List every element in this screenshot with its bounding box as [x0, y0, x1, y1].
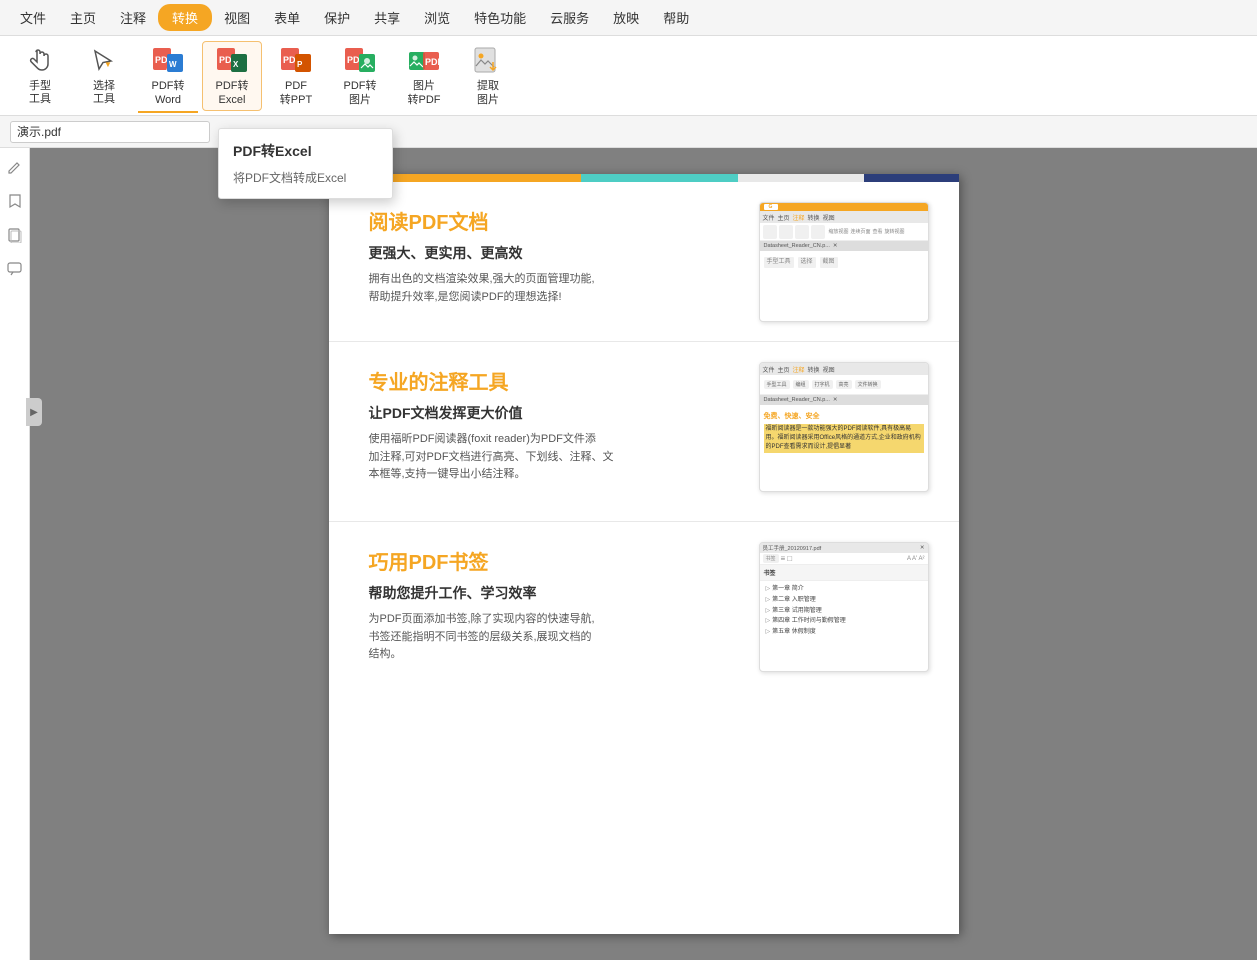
extract-image-label: 提取图片 [477, 80, 499, 106]
image-to-pdf-button[interactable]: PDF 图片转PDF [394, 41, 454, 111]
svg-text:PDF: PDF [425, 57, 441, 67]
svg-text:▼: ▼ [104, 60, 112, 69]
document-area: 阅读PDF文档 更强大、更实用、更高效 拥有出色的文档渲染效果,强大的页面管理功… [30, 148, 1257, 960]
pdf-section-bookmark: 巧用PDF书签 帮助您提升工作、学习效率 为PDF页面添加书签,除了实现内容的快… [329, 522, 959, 702]
pdf-color-bar [329, 174, 959, 182]
menu-view[interactable]: 视图 [212, 4, 262, 31]
left-sidebar [0, 148, 30, 960]
pdf-to-excel-dropdown: PDF转Excel 将PDF文档转成Excel [218, 128, 393, 199]
bookmark-preview: 员工手册_20120917.pdf ✕ 书签 ≡ □ A A' A² 书签 ▷第… [759, 542, 929, 672]
pdf-section-read: 阅读PDF文档 更强大、更实用、更高效 拥有出色的文档渲染效果,强大的页面管理功… [329, 182, 959, 342]
pages-sidebar-icon[interactable] [4, 224, 26, 246]
pdf-to-excel-label: PDF转Excel [216, 80, 249, 106]
read-section-text: 拥有出色的文档渲染效果,强大的页面管理功能,帮助提升效率,是您阅读PDF的理想选… [369, 271, 739, 306]
comment-sidebar-icon[interactable] [4, 258, 26, 280]
menu-convert[interactable]: 转换 [158, 4, 212, 31]
bookmark-section-subtitle: 帮助您提升工作、学习效率 [369, 583, 739, 603]
pdf-to-image-button[interactable]: PDF PDF转图片 [330, 41, 390, 111]
bookmark-section-title: 巧用PDF书签 [369, 546, 739, 575]
menu-features[interactable]: 特色功能 [462, 4, 538, 31]
menu-browse[interactable]: 浏览 [412, 4, 462, 31]
file-path-input[interactable] [10, 121, 210, 143]
pdf-to-image-icon: PDF [342, 44, 378, 78]
pdf-to-excel-icon: PDF X [214, 44, 250, 78]
menu-home[interactable]: 主页 [58, 4, 108, 31]
menu-cloud[interactable]: 云服务 [538, 4, 601, 31]
pdf-to-excel-button[interactable]: PDF X PDF转Excel [202, 41, 262, 111]
extract-image-icon [470, 44, 506, 78]
menu-bar: 文件 主页 注释 转换 视图 表单 保护 共享 浏览 特色功能 云服务 放映 帮… [0, 0, 1257, 36]
hand-tool-button[interactable]: 手型工具 [10, 41, 70, 111]
pdf-to-ppt-icon: PDF P [278, 44, 314, 78]
dropdown-title: PDF转Excel [219, 135, 392, 167]
read-section-subtitle: 更强大、更实用、更高效 [369, 243, 739, 263]
pdf-to-word-icon: PDF ↗ W [150, 44, 186, 78]
pdf-to-word-button[interactable]: PDF ↗ W PDF转Word [138, 41, 198, 111]
image-to-pdf-label: 图片转PDF [408, 80, 441, 106]
hand-tool-icon [22, 45, 58, 79]
color-bar-teal [581, 174, 739, 182]
bookmark-section-text: 为PDF页面添加书签,除了实现内容的快速导航,书签还能指明不同书签的层级关系,展… [369, 611, 739, 664]
address-bar [0, 116, 1257, 148]
dropdown-description: 将PDF文档转成Excel [219, 167, 392, 192]
extract-image-button[interactable]: 提取图片 [458, 41, 518, 111]
pdf-page: 阅读PDF文档 更强大、更实用、更高效 拥有出色的文档渲染效果,强大的页面管理功… [329, 174, 959, 934]
select-tool-icon: ▼ [86, 45, 122, 79]
pencil-sidebar-icon[interactable] [4, 156, 26, 178]
pdf-to-word-label: PDF转Word [152, 80, 185, 106]
toolbar: 手型工具 ▼ 选择工具 PDF ↗ W PDF转Word [0, 36, 1257, 116]
image-to-pdf-icon: PDF [406, 44, 442, 78]
select-tool-button[interactable]: ▼ 选择工具 [74, 41, 134, 111]
annotate-section-title: 专业的注释工具 [369, 366, 739, 395]
pdf-section-annotate: 专业的注释工具 让PDF文档发挥更大价值 使用福昕PDF阅读器(foxit re… [329, 342, 959, 522]
menu-protect[interactable]: 保护 [312, 4, 362, 31]
pdf-to-ppt-button[interactable]: PDF P PDF转PPT [266, 41, 326, 111]
svg-text:X: X [233, 60, 239, 69]
menu-share[interactable]: 共享 [362, 4, 412, 31]
main-area: ▶ 阅读PDF文档 更强大、更实用、更高效 拥有出色的文档渲染效果,强大的页面管… [0, 148, 1257, 960]
svg-text:P: P [297, 60, 303, 69]
menu-help[interactable]: 帮助 [651, 4, 701, 31]
annotate-section-subtitle: 让PDF文档发挥更大价值 [369, 403, 739, 423]
menu-slideshow[interactable]: 放映 [601, 4, 651, 31]
pdf-to-ppt-label: PDF转PPT [280, 80, 312, 106]
sidebar-collapse-arrow[interactable]: ▶ [26, 398, 42, 426]
read-preview: G 文件主页注释转换视图 缩放视图 连续页面 查看 旋转视图 [759, 202, 929, 322]
select-tool-label: 选择工具 [93, 80, 115, 106]
pdf-to-image-label: PDF转图片 [344, 80, 377, 106]
annotate-preview: 文件主页注释转换视图 手型工具 编组 打字机 高亮 文件转换 Datasheet… [759, 362, 929, 492]
menu-file[interactable]: 文件 [8, 4, 58, 31]
read-section-title: 阅读PDF文档 [369, 206, 739, 235]
menu-annotate[interactable]: 注释 [108, 4, 158, 31]
bookmark-sidebar-icon[interactable] [4, 190, 26, 212]
svg-text:W: W [169, 60, 177, 69]
color-bar-light [738, 174, 864, 182]
menu-form[interactable]: 表单 [262, 4, 312, 31]
annotate-section-text: 使用福昕PDF阅读器(foxit reader)为PDF文件添加注释,可对PDF… [369, 431, 739, 484]
color-bar-navy [864, 174, 959, 182]
hand-tool-label: 手型工具 [29, 80, 51, 106]
